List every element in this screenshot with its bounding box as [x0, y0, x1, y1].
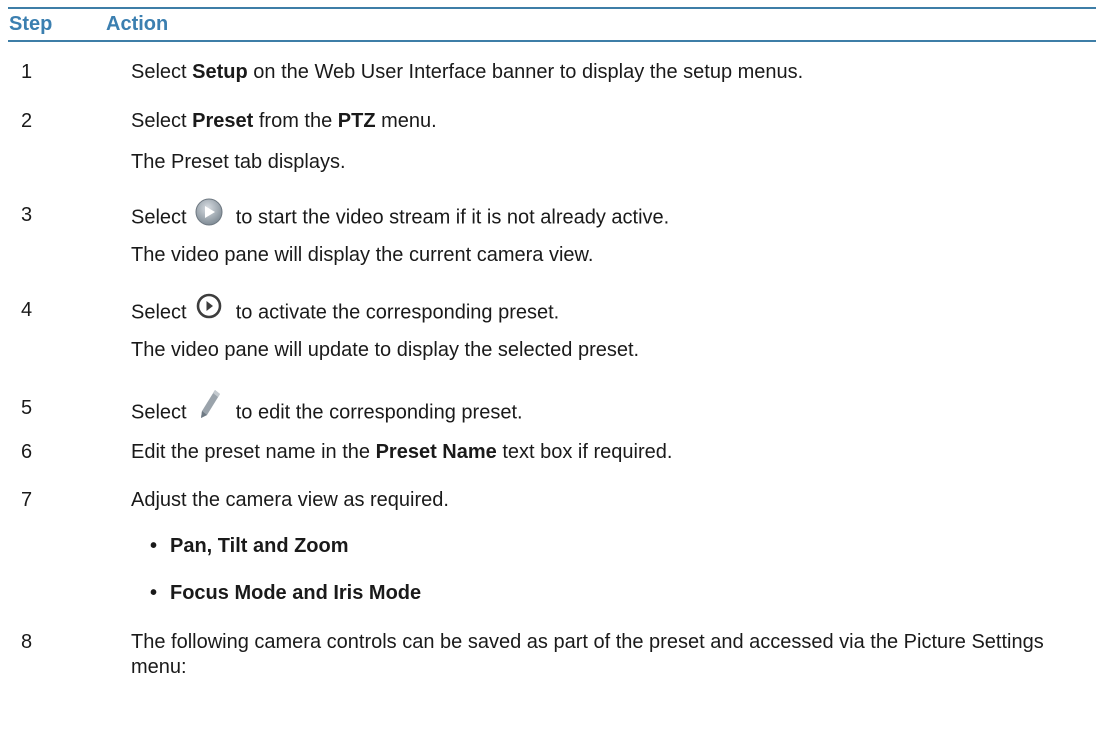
step-number: 3: [21, 204, 33, 226]
step-result: The video pane will display the current …: [131, 244, 594, 266]
step-text: Select to edit the corresponding preset.: [131, 390, 523, 430]
list-item: • Focus Mode and Iris Mode: [150, 582, 422, 604]
step-text: Adjust the camera view as required.: [131, 489, 449, 511]
step-text: The following camera controls can be sav…: [131, 631, 1044, 678]
table-top-rule: [8, 7, 1096, 9]
step-result: The Preset tab displays.: [131, 151, 346, 173]
step-text: Select Setup on the Web User Interface b…: [131, 61, 804, 83]
step-text: Select to activate the corresponding pre…: [131, 293, 559, 328]
step-number: 4: [21, 299, 33, 321]
column-header-action: Action: [106, 13, 169, 35]
step-number: 6: [21, 441, 33, 463]
play-button-icon: [192, 198, 230, 228]
header-rule: [8, 40, 1096, 42]
step-number: 1: [21, 61, 33, 83]
step-result: The video pane will update to display th…: [131, 339, 640, 361]
pencil-edit-icon: [192, 388, 230, 422]
list-item: • Pan, Tilt and Zoom: [150, 535, 349, 557]
step-number: 5: [21, 397, 33, 419]
column-header-step: Step: [9, 13, 53, 35]
step-number: 7: [21, 489, 33, 511]
step-text: Select to start the video stream if it i…: [131, 198, 669, 233]
step-text: Edit the preset name in the Preset Name …: [131, 441, 673, 463]
step-text: Select Preset from the PTZ menu.: [131, 110, 437, 132]
step-number: 2: [21, 110, 33, 132]
activate-preset-icon: [192, 292, 230, 322]
step-number: 8: [21, 631, 33, 653]
